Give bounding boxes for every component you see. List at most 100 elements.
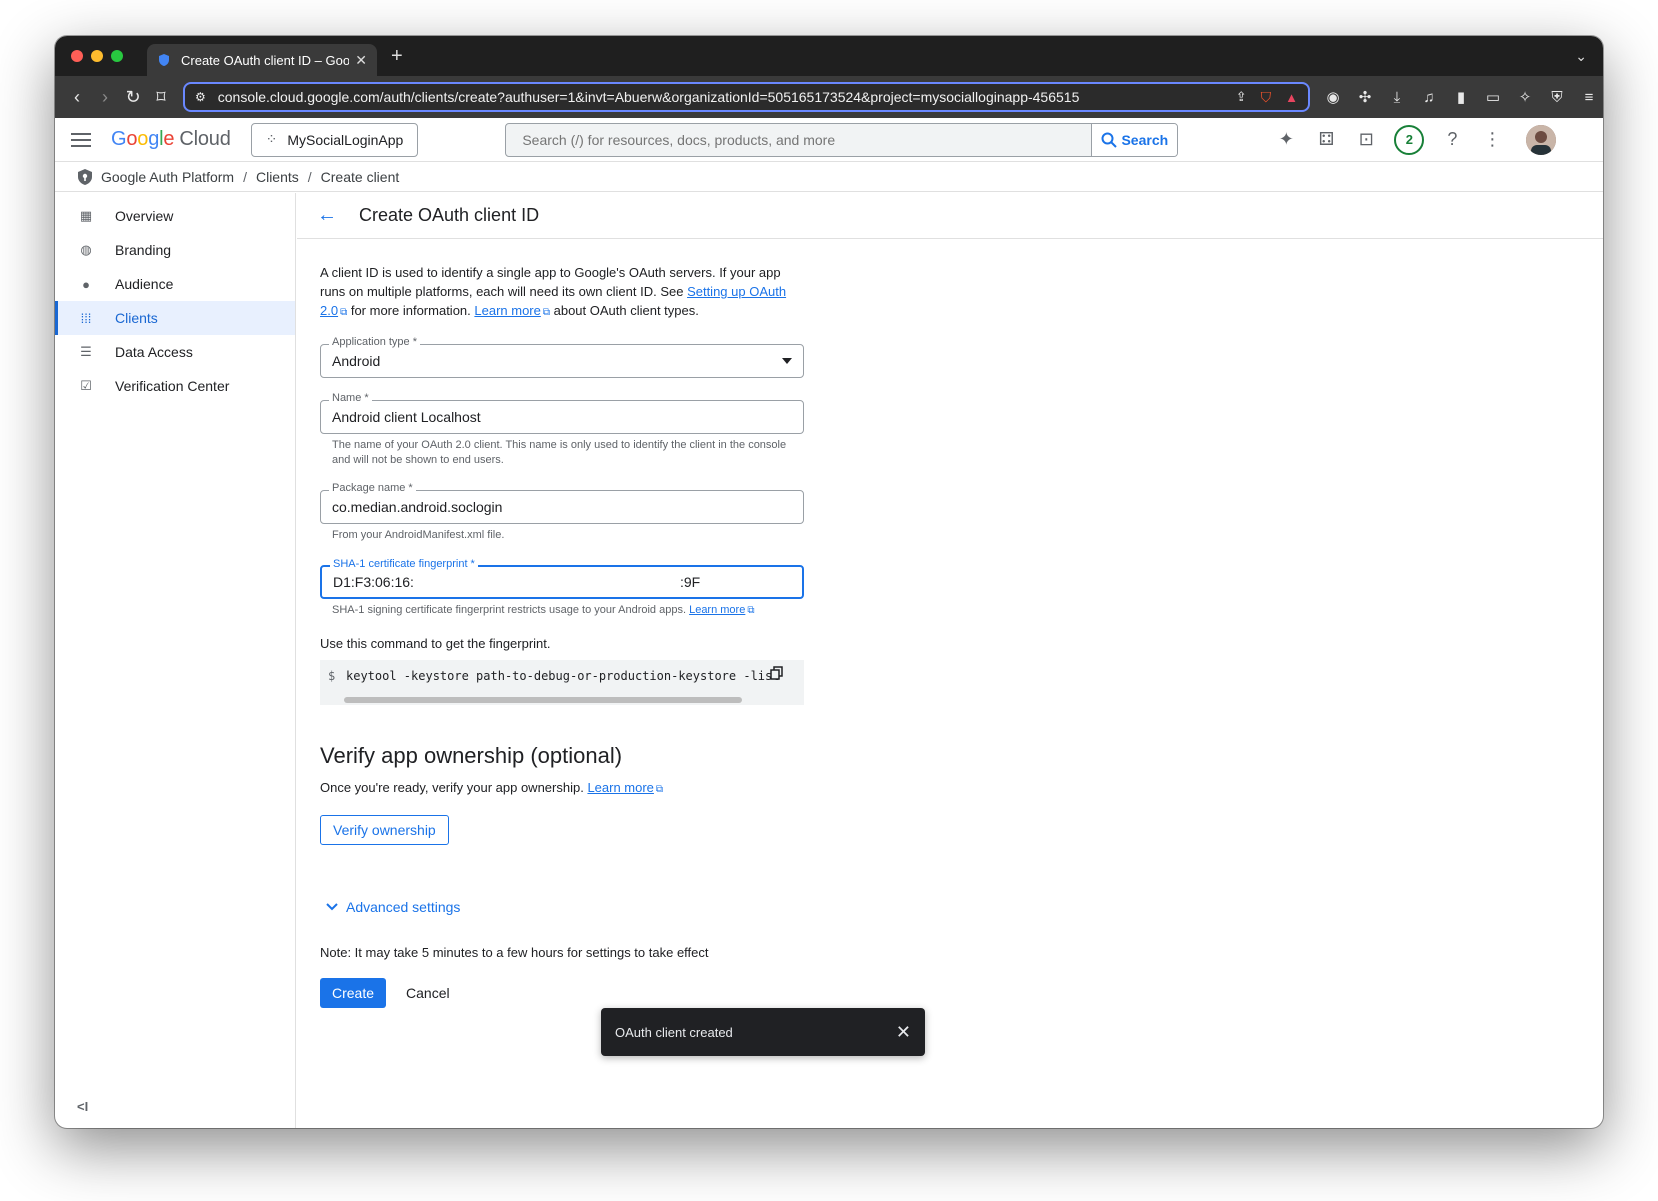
package-name-value: co.median.android.soclogin (332, 499, 503, 515)
bookmark-icon[interactable]: ⌑ (147, 87, 175, 108)
back-arrow-icon[interactable]: ← (317, 204, 337, 227)
search-button-label: Search (1121, 131, 1169, 148)
copy-icon[interactable] (770, 666, 784, 683)
active-tab[interactable]: Create OAuth client ID – Goo ✕ (147, 44, 377, 76)
search-button[interactable]: Search (1091, 123, 1178, 156)
sidebar-item-data-access[interactable]: ☰ Data Access (55, 335, 295, 369)
url-bar[interactable]: ⚙ console.cloud.google.com/auth/clients/… (183, 82, 1310, 112)
brave-shield-icon[interactable]: ⛉ (1261, 89, 1272, 106)
project-picker-button[interactable]: ⁘ MySocialLoginApp (250, 122, 419, 157)
breadcrumb-item-clients[interactable]: Clients (256, 169, 299, 185)
sidebar-item-branding[interactable]: ◍ Branding (55, 233, 295, 267)
breadcrumb: Google Auth Platform / Clients / Create … (55, 162, 1603, 192)
cloud-shell-icon[interactable]: ⊡ (1354, 128, 1378, 152)
sidebar-item-label: Overview (115, 208, 174, 224)
tab-bar: Create OAuth client ID – Goo ✕ + ⌄ (55, 36, 1603, 76)
help-icon[interactable]: ? (1440, 128, 1464, 152)
close-icon[interactable]: ✕ (896, 1022, 911, 1043)
sidebar-item-clients[interactable]: ⁞⁞⁞ Clients (55, 301, 295, 335)
gemini-icon[interactable]: ✦ (1274, 128, 1298, 152)
password-manager-icon[interactable]: ◉ (1324, 88, 1342, 106)
sidebar-item-label: Data Access (115, 344, 193, 360)
sha1-value-start: D1:F3:06:16: (333, 574, 414, 590)
download-icon[interactable]: ⤓ (1388, 88, 1406, 106)
sha1-learn-more-link[interactable]: Learn more (689, 604, 745, 616)
sha1-helper: SHA-1 signing certificate fingerprint re… (332, 604, 755, 616)
close-window-button[interactable] (71, 50, 83, 62)
sidebar-item-audience[interactable]: ● Audience (55, 267, 295, 301)
reload-icon[interactable]: ↻ (119, 87, 147, 108)
site-settings-icon[interactable]: ⚙ (195, 90, 206, 104)
horizontal-scrollbar[interactable] (344, 697, 742, 703)
name-helper: The name of your OAuth 2.0 client. This … (332, 439, 787, 466)
forward-icon[interactable]: › (91, 87, 119, 108)
command-text: keytool -keystore path-to-debug-or-produ… (346, 669, 780, 683)
data-access-icon: ☰ (80, 344, 92, 359)
command-label: Use this command to get the fingerprint. (320, 636, 551, 651)
project-icon: ⁘ (265, 131, 278, 147)
tab-close-icon[interactable]: ✕ (355, 52, 367, 69)
avatar[interactable] (1526, 124, 1557, 155)
snackbar: OAuth client created ✕ (601, 1008, 925, 1056)
vpn-icon[interactable]: ⛨ (1548, 88, 1566, 106)
back-icon[interactable]: ‹ (63, 87, 91, 108)
name-label: Name * (329, 392, 372, 404)
sha1-value-end: :9F (679, 574, 701, 590)
header-actions: ✦ ⚃ ⊡ 2 ? ⋮ (1274, 124, 1557, 155)
breadcrumb-item-create-client: Create client (320, 168, 400, 185)
intro-text: A client ID is used to identify a single… (320, 263, 804, 322)
cloud-header: GoogleCloud ⁘ MySocialLoginApp Search ✦ … (55, 118, 1603, 162)
advanced-settings-toggle[interactable]: Advanced settings (326, 899, 804, 915)
gift-icon[interactable]: ⚃ (1314, 128, 1338, 152)
brave-rewards-icon[interactable]: ▲ (1285, 90, 1298, 105)
package-name-field[interactable]: Package name * co.median.android.soclogi… (320, 482, 804, 524)
page-header: ← Create OAuth client ID (297, 193, 1603, 239)
sidebar-item-label: Clients (115, 310, 158, 326)
learn-more-link[interactable]: Learn more (474, 303, 540, 318)
maximize-window-button[interactable] (111, 50, 123, 62)
application-type-select[interactable]: Application type * Android (320, 336, 804, 378)
breadcrumb-item-auth-platform[interactable]: Google Auth Platform (101, 169, 234, 185)
sha1-fingerprint-field[interactable]: SHA-1 certificate fingerprint * D1:F3:06… (320, 558, 804, 599)
tab-title: Create OAuth client ID – Goo (181, 52, 350, 68)
google-cloud-logo[interactable]: Google Cloud (111, 128, 231, 151)
cancel-button[interactable]: Cancel (406, 985, 450, 1001)
create-button[interactable]: Create (320, 978, 387, 1008)
settings-note: Note: It may take 5 minutes to a few hou… (320, 945, 709, 960)
wallet-icon[interactable]: ▭ (1484, 88, 1502, 106)
name-field[interactable]: Name * Android client Localhost (320, 392, 804, 434)
breadcrumb-separator: / (307, 168, 312, 185)
new-tab-button[interactable]: + (391, 45, 403, 68)
more-vert-icon[interactable]: ⋮ (1480, 128, 1504, 152)
music-icon[interactable]: ♫ (1420, 88, 1438, 106)
auth-platform-shield-icon (78, 168, 92, 185)
verify-description: Once you're ready, verify your app owner… (320, 780, 664, 795)
chevron-down-icon[interactable]: ⌄ (1575, 48, 1587, 65)
verify-learn-more-link[interactable]: Learn more (587, 780, 653, 795)
extensions-icon[interactable]: ✣ (1356, 88, 1374, 106)
ai-icon[interactable]: ✧ (1516, 88, 1534, 106)
sidebar-item-overview[interactable]: ▦ Overview (55, 199, 295, 233)
sidebar-item-label: Branding (115, 242, 172, 258)
hamburger-menu-icon[interactable] (71, 129, 91, 151)
external-link-icon: ⧉ (542, 307, 550, 318)
external-link-icon: ⧉ (655, 784, 664, 795)
search-bar: Search (505, 122, 1179, 157)
sidebar-icon[interactable]: ▮ (1452, 88, 1470, 106)
sidebar-item-verification-center[interactable]: ☑ Verification Center (55, 369, 295, 403)
collapse-sidebar-button[interactable]: <I (77, 1099, 88, 1114)
minimize-window-button[interactable] (91, 50, 103, 62)
search-input[interactable] (506, 123, 1092, 156)
url-text[interactable]: console.cloud.google.com/auth/clients/cr… (218, 89, 1236, 105)
share-icon[interactable]: ⇪ (1236, 89, 1247, 105)
notifications-badge[interactable]: 2 (1394, 124, 1425, 155)
application-type-value: Android (332, 353, 381, 369)
verify-ownership-button[interactable]: Verify ownership (320, 815, 449, 845)
sidebar-item-label: Verification Center (115, 378, 230, 394)
form-actions: Create Cancel (320, 978, 804, 1008)
advanced-settings-label: Advanced settings (346, 899, 461, 915)
package-name-helper: From your AndroidManifest.xml file. (332, 529, 505, 541)
browser-window: Create OAuth client ID – Goo ✕ + ⌄ ‹ › ↻… (55, 36, 1603, 1128)
menu-icon[interactable]: ≡ (1580, 88, 1598, 106)
address-bar-row: ‹ › ↻ ⌑ ⚙ console.cloud.google.com/auth/… (55, 76, 1603, 118)
